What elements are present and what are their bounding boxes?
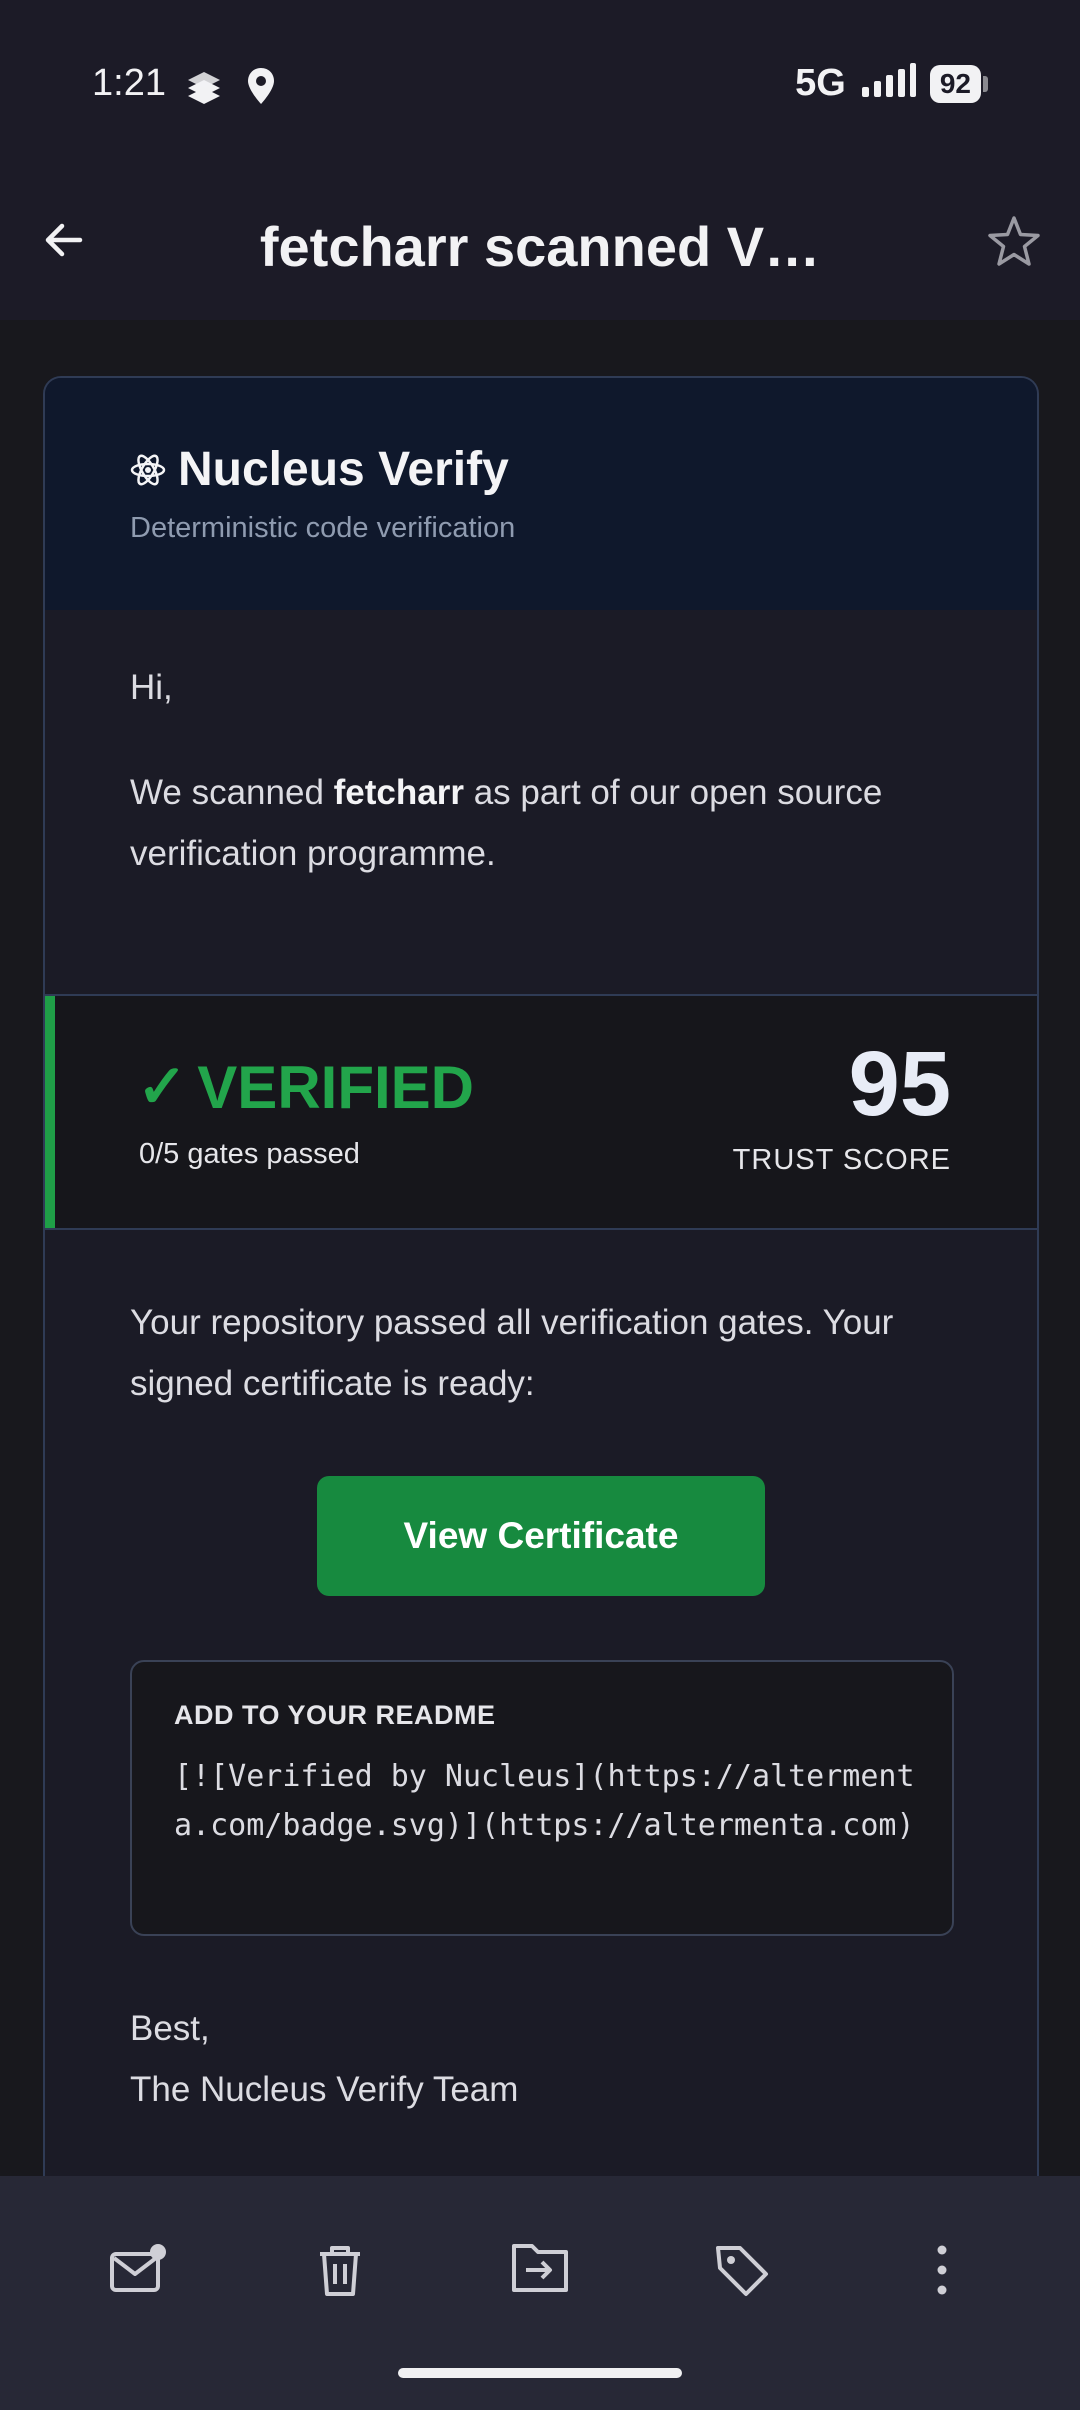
status-accent-bar [45,996,55,1228]
battery-icon [983,75,988,92]
move-to-button[interactable] [500,2230,580,2310]
view-certificate-button[interactable]: View Certificate [317,1476,765,1596]
star-button[interactable] [982,210,1046,274]
mark-unread-button[interactable] [98,2230,178,2310]
status-time: 1:21 [92,62,166,104]
arrow-back-icon [45,223,83,257]
location-icon [246,66,276,111]
more-options-button[interactable] [902,2230,982,2310]
trash-icon [320,2246,360,2296]
greeting: Hi, [130,668,173,707]
brand-name: Nucleus Verify [178,443,509,496]
status-label: VERIFIED [197,1053,474,1121]
label-button[interactable] [702,2230,782,2310]
check-icon: ✓ [137,1053,188,1120]
intro-paragraph: We scanned fetcharr as part of our open … [130,762,970,884]
star-icon [988,216,1040,266]
signoff-line1: Best, [130,2009,210,2048]
atom-icon [130,454,166,485]
move-to-icon [512,2244,568,2292]
repo-name: fetcharr [333,773,464,812]
app-bar: fetcharr scanned V… [0,170,1080,320]
home-indicator[interactable] [398,2368,682,2378]
email-card: Nucleus Verify Deterministic code verifi… [43,376,1039,2176]
signoff-line2: The Nucleus Verify Team [130,2070,519,2109]
brand: Nucleus Verify [130,442,509,497]
back-button[interactable] [34,210,94,270]
signal-icon [860,63,916,104]
email-body[interactable]: Nucleus Verify Deterministic code verifi… [0,320,1080,2176]
email-header: Nucleus Verify Deterministic code verifi… [45,378,1037,610]
certificate-message: Your repository passed all verification … [130,1303,894,1403]
delete-button[interactable] [300,2230,380,2310]
readme-title: ADD TO YOUR README [174,1700,496,1730]
verification-status: ✓ VERIFIED [137,1052,474,1122]
trust-score-label: TRUST SCORE [732,1144,951,1176]
more-vert-icon [937,2245,947,2295]
readme-code[interactable]: [![Verified by Nucleus](https://altermen… [174,1752,916,1850]
gates-summary: 0/5 gates passed [139,1138,360,1170]
verification-panel: ✓ VERIFIED 0/5 gates passed 95 TRUST SCO… [45,994,1037,1230]
battery-level: 92 [929,64,981,103]
stack-app-icon [184,66,224,111]
brand-tagline: Deterministic code verification [130,512,516,544]
mark-unread-icon [110,2244,166,2292]
trust-score-value: 95 [848,1033,951,1135]
label-icon [716,2246,768,2296]
intro-prefix: We scanned [130,773,334,812]
status-bar: 1:21 5G 92 [0,0,1080,170]
network-type: 5G [795,62,846,104]
readme-snippet-box: ADD TO YOUR README [![Verified by Nucleu… [130,1660,954,1936]
signoff: Best, The Nucleus Verify Team [130,1998,518,2120]
email-subject-title: fetcharr scanned V… [259,215,821,278]
